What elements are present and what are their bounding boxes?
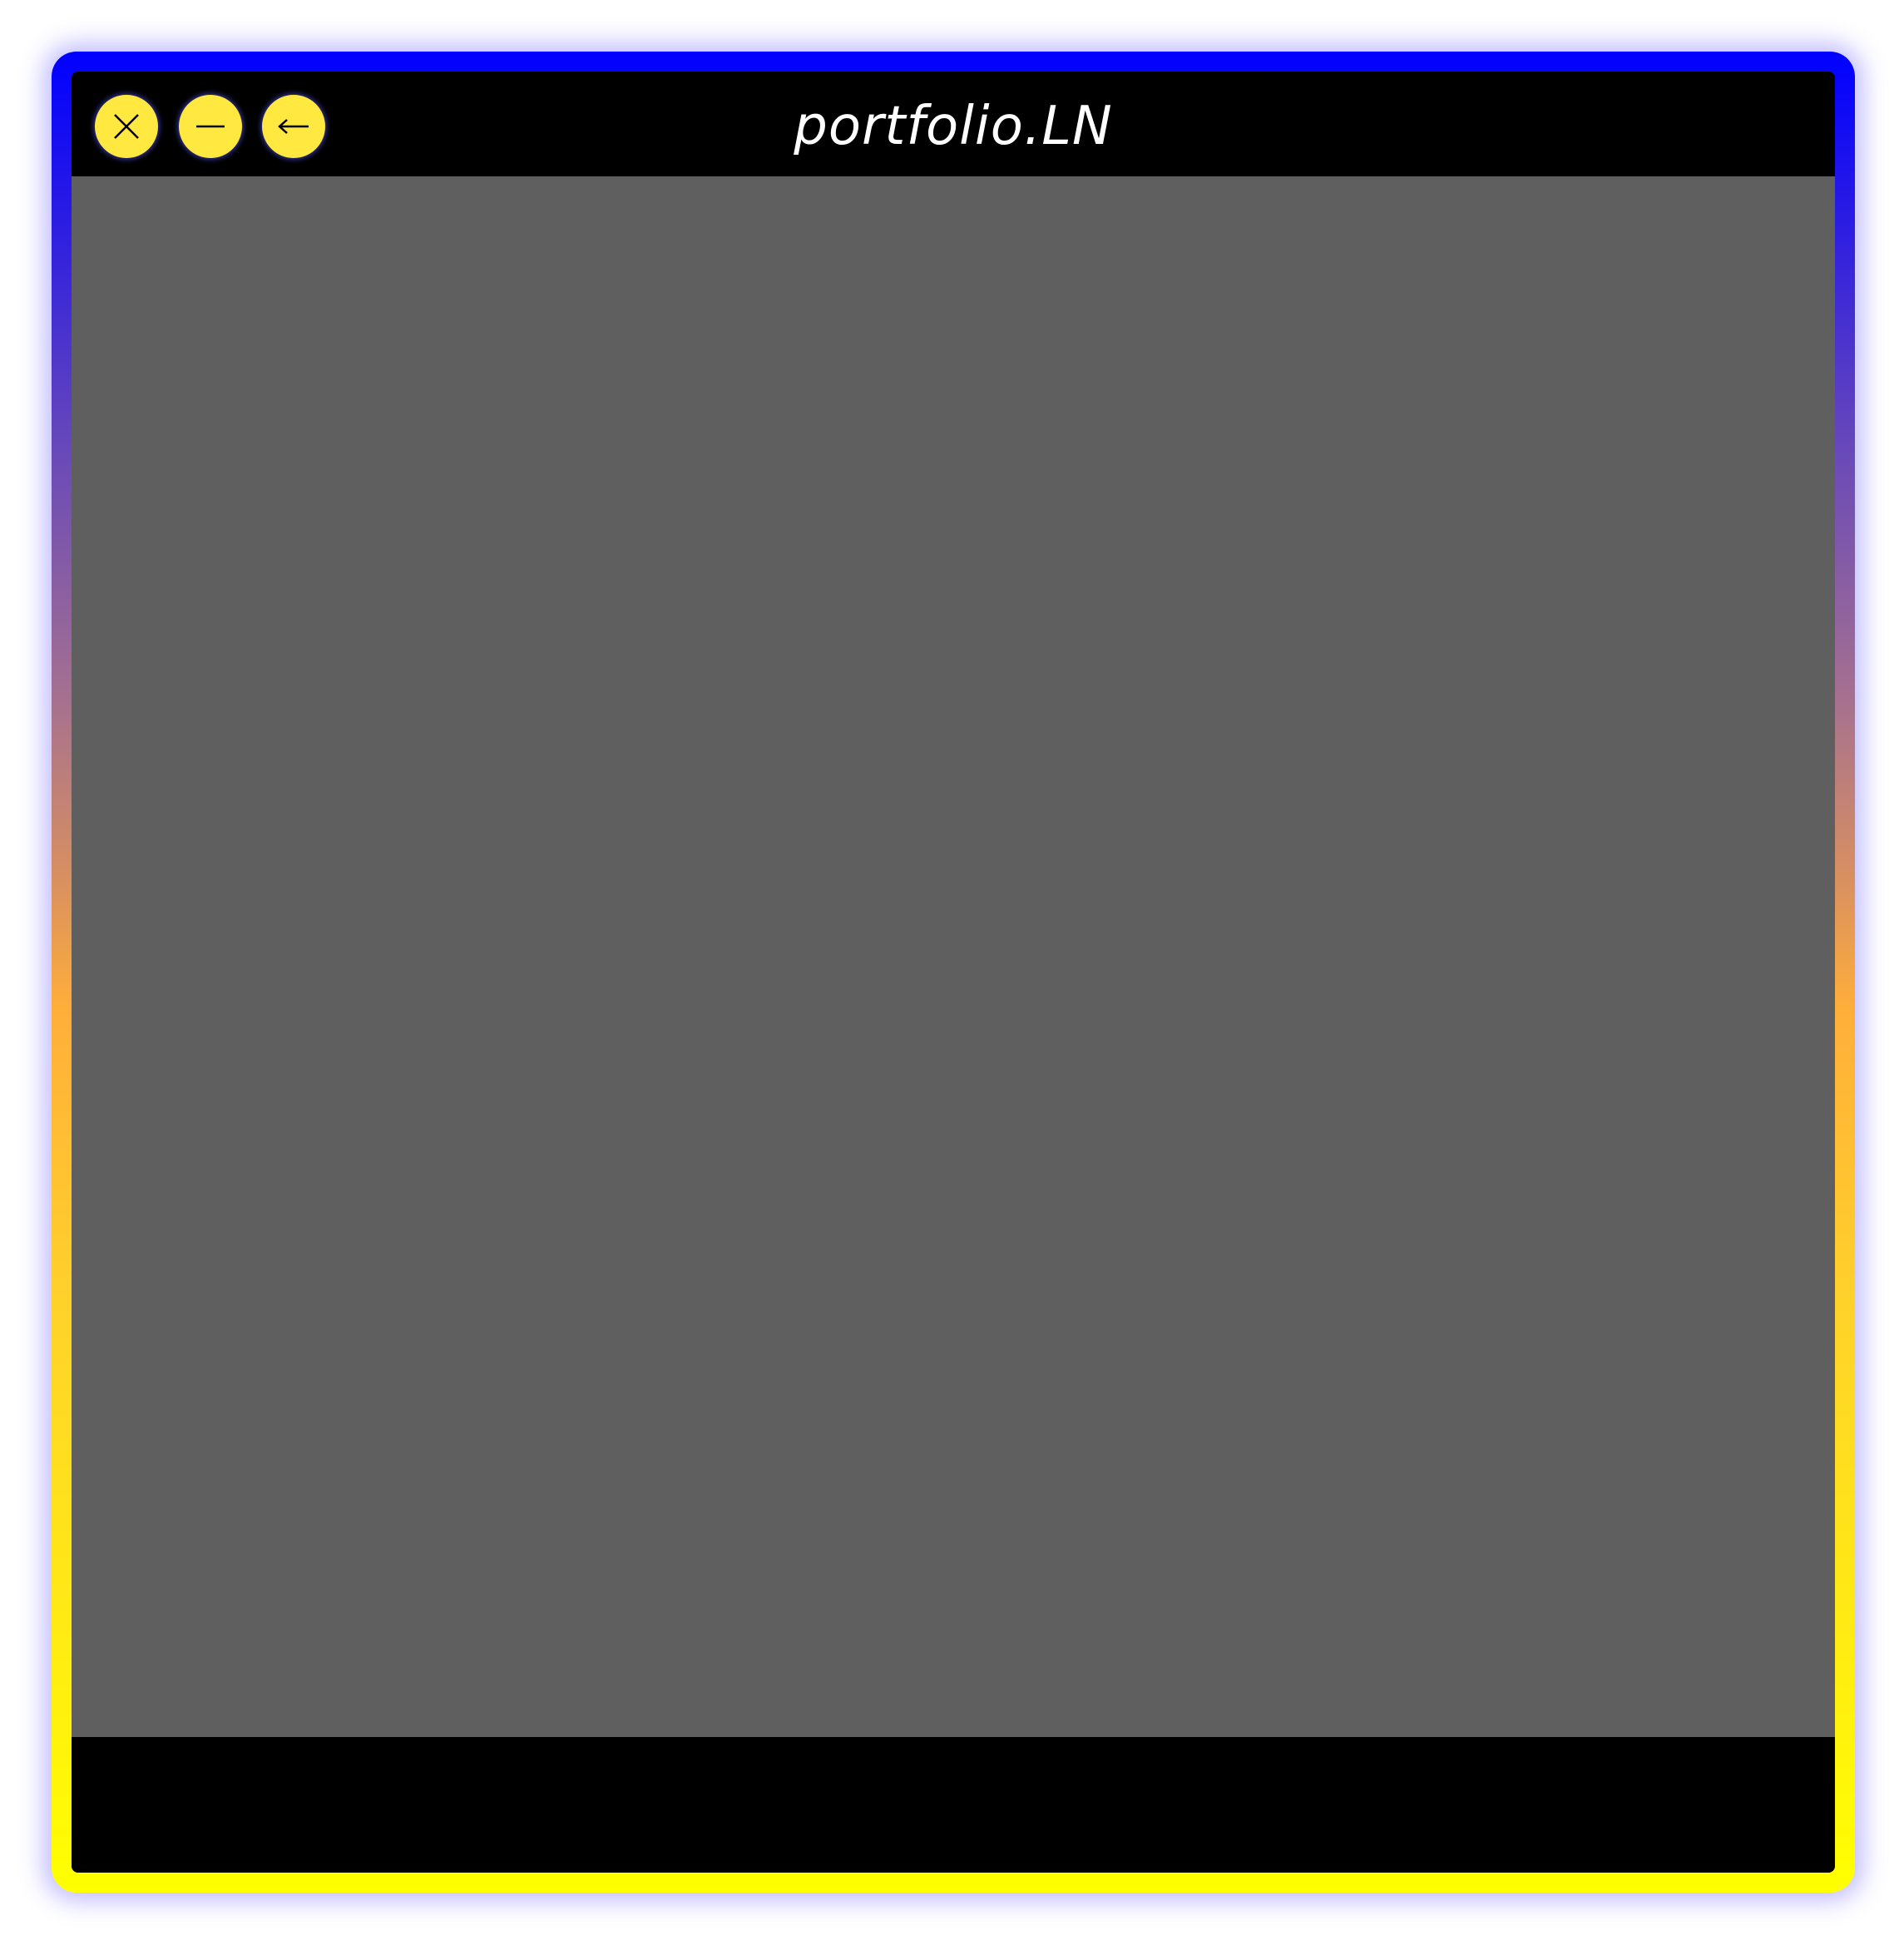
window-title: portfolio.LN [794,96,1113,157]
window-body: portfolio.LN [72,72,1835,1873]
content-area [72,176,1835,1737]
app-window: portfolio.LN [52,52,1855,1893]
title-bar[interactable]: portfolio.LN [72,72,1835,176]
footer-bar [72,1737,1835,1873]
